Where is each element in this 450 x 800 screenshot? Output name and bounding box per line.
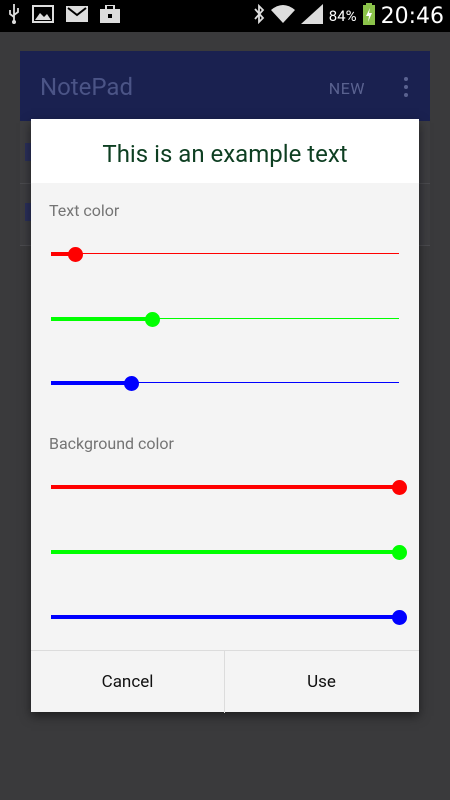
bg-red-slider[interactable] xyxy=(51,477,407,497)
text-green-slider[interactable] xyxy=(51,309,399,329)
background-color-label: Background color xyxy=(49,434,174,453)
gmail-icon xyxy=(66,6,88,26)
bg-blue-slider[interactable] xyxy=(51,607,407,627)
battery-charging-icon xyxy=(362,3,375,29)
battery-percent: 84% xyxy=(328,7,357,25)
image-icon xyxy=(32,5,54,27)
bluetooth-icon xyxy=(253,3,265,28)
dialog-button-bar: Cancel Use xyxy=(31,650,419,713)
new-note-button[interactable]: NEW xyxy=(329,79,365,98)
text-red-slider[interactable] xyxy=(51,244,399,264)
status-bar: 84% 20:46 xyxy=(0,0,450,32)
clock: 20:46 xyxy=(380,3,444,29)
slider-thumb[interactable] xyxy=(68,247,83,262)
slider-thumb[interactable] xyxy=(392,480,407,495)
slider-thumb[interactable] xyxy=(145,312,160,327)
preview-area: This is an example text xyxy=(31,119,419,183)
text-color-label: Text color xyxy=(49,201,120,220)
overflow-menu-icon[interactable] xyxy=(404,77,410,97)
slider-thumb[interactable] xyxy=(392,545,407,560)
app-bar: NotePad NEW xyxy=(20,51,430,121)
preview-text: This is an example text xyxy=(102,140,348,168)
slider-thumb[interactable] xyxy=(392,610,407,625)
text-blue-slider[interactable] xyxy=(51,373,399,393)
wifi-icon xyxy=(270,4,295,28)
cancel-button[interactable]: Cancel xyxy=(31,651,225,713)
slider-thumb[interactable] xyxy=(124,376,139,391)
use-button[interactable]: Use xyxy=(225,651,418,713)
bg-green-slider[interactable] xyxy=(51,542,407,562)
briefcase-icon xyxy=(100,4,120,27)
signal-icon xyxy=(300,4,323,28)
color-picker-dialog: This is an example text Text color Backg… xyxy=(31,119,419,713)
usb-icon xyxy=(8,4,20,28)
app-title: NotePad xyxy=(40,73,133,101)
